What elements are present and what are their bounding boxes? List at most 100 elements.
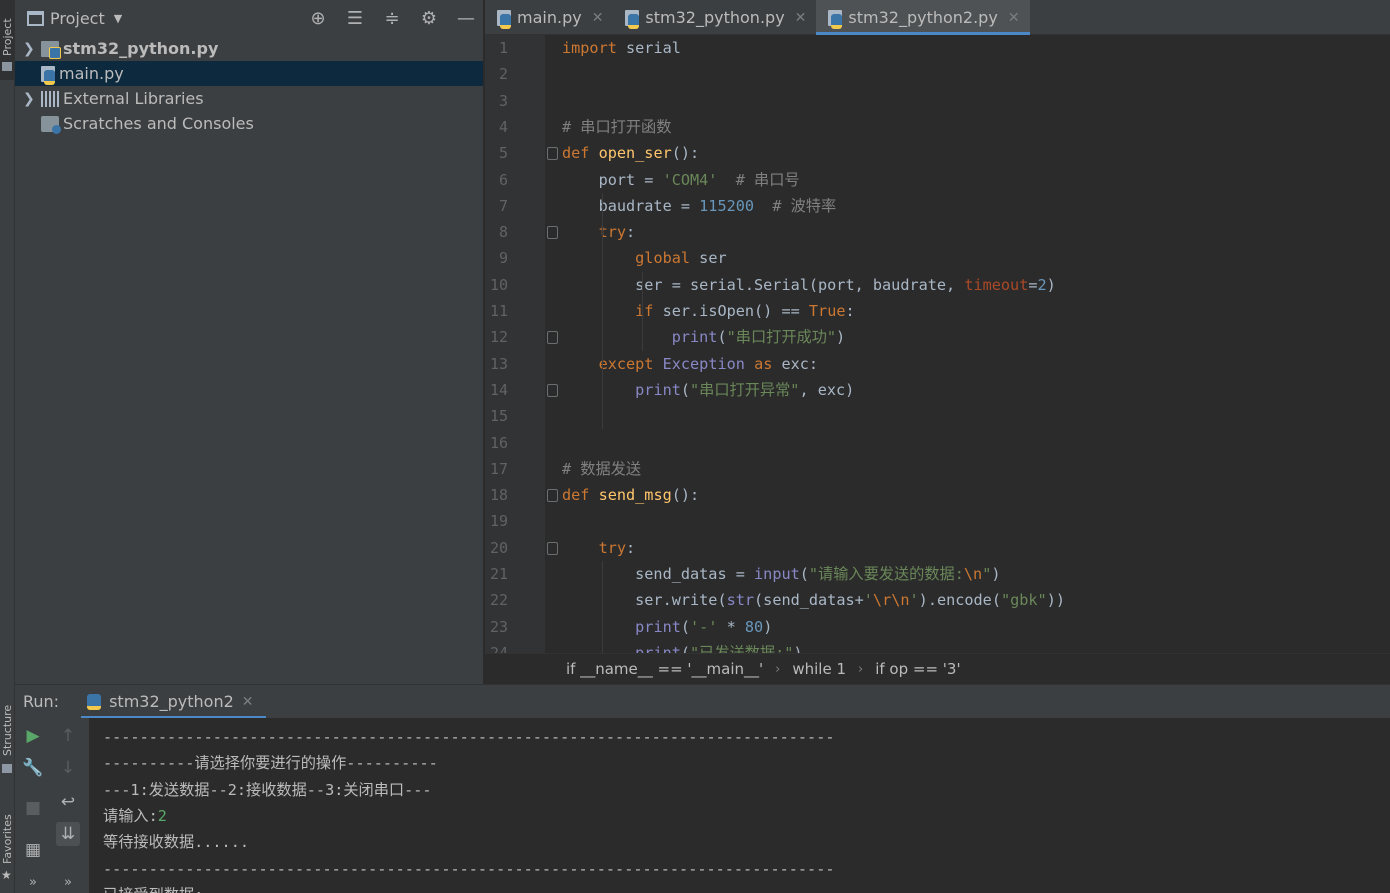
code-line[interactable]: 16 [485, 430, 1390, 456]
stop-icon[interactable]: ■ [21, 796, 45, 820]
fold-marker-icon[interactable] [547, 383, 558, 397]
more-icon[interactable]: » [56, 871, 80, 893]
code-line[interactable]: 13 except Exception as exc: [485, 351, 1390, 377]
locate-icon[interactable]: ⊕ [307, 8, 329, 29]
fold-marker-icon[interactable] [547, 147, 558, 161]
breadcrumb-item[interactable]: if op == '3' [875, 660, 960, 678]
code-text: ser = serial.Serial(port, baudrate, time… [562, 275, 1056, 294]
line-number: 5 [498, 144, 508, 163]
code-text: global ser [635, 249, 727, 268]
console-line: 请输入:2 [103, 806, 167, 825]
tree-item-stm32-python[interactable]: ❯ stm32_python.py [15, 36, 483, 61]
run-console[interactable]: ----------------------------------------… [89, 718, 1390, 893]
breadcrumb-item[interactable]: while 1 [792, 660, 846, 678]
rerun-icon[interactable]: ▶ [21, 724, 45, 748]
run-tab-stm32-python2[interactable]: stm32_python2 ✕ [81, 685, 266, 719]
code-line[interactable]: 9 global ser [485, 245, 1390, 271]
code-line[interactable]: 3 [485, 88, 1390, 114]
close-icon[interactable]: ✕ [795, 10, 807, 26]
code-line[interactable]: 22 ser.write(str(send_datas+'\r\n').enco… [485, 587, 1390, 613]
code-text: print("已发送数据:") [635, 643, 803, 653]
code-line[interactable]: 12 print("串口打开成功") [485, 324, 1390, 350]
code-text: send_datas = input("请输入要发送的数据:\n") [562, 565, 1001, 583]
chevron-down-icon[interactable]: ▼ [114, 12, 122, 25]
chevron-right-icon[interactable]: ❯ [23, 91, 41, 107]
line-number: 7 [498, 196, 508, 215]
code-line[interactable]: 19 [485, 508, 1390, 534]
indent-guide [642, 271, 643, 351]
line-number: 9 [498, 249, 508, 268]
code-editor[interactable]: 1 import serial 2 3 4 # 串口打开函数 5 def open_ser()… [485, 35, 1390, 653]
breadcrumb-item[interactable]: if __name__ == '__main__' [566, 660, 763, 678]
console-line: 已接受到数据: [103, 882, 203, 893]
close-icon[interactable]: ✕ [242, 694, 254, 710]
editor-tab-stm32-python2[interactable]: stm32_python2.py ✕ [816, 0, 1030, 35]
hide-panel-icon[interactable]: — [455, 8, 477, 29]
code-line[interactable]: 14 print("串口打开异常", exc) [485, 377, 1390, 403]
more-icon[interactable]: » [21, 871, 45, 893]
code-line[interactable]: 18 def send_msg(): [485, 482, 1390, 508]
fold-marker-icon[interactable] [547, 331, 558, 345]
project-panel-title[interactable]: Project [50, 9, 105, 28]
code-line[interactable]: 4 # 串口打开函数 [485, 114, 1390, 140]
code-line[interactable]: 17 # 数据发送 [485, 456, 1390, 482]
run-label: Run: [23, 692, 60, 711]
wrench-icon[interactable]: 🔧 [21, 756, 45, 780]
code-line[interactable]: 1 import serial [485, 35, 1390, 61]
tool-tab-structure-label: Structure [1, 704, 14, 756]
tree-item-external-libraries[interactable]: ❯ External Libraries [15, 86, 483, 111]
arrow-down-icon[interactable]: ↓ [56, 756, 80, 780]
expand-all-icon[interactable]: ☰ [344, 8, 366, 29]
tool-tab-favorites[interactable]: Favorites ★ [0, 800, 15, 890]
gear-icon[interactable]: ⚙ [418, 8, 440, 29]
run-toolbar: ▶ ↑ 🔧 ↓ ■ ↩ ▦ ⇊ » » [15, 718, 89, 893]
code-text: print("串口打开成功") [671, 328, 846, 347]
line-number: 21 [489, 565, 508, 583]
collapse-all-icon[interactable]: ≑ [381, 8, 403, 29]
line-number: 19 [489, 512, 508, 531]
close-icon[interactable]: ✕ [592, 10, 604, 26]
line-number: 3 [498, 91, 508, 110]
scroll-to-end-icon[interactable]: ⇊ [56, 822, 80, 846]
line-number: 20 [489, 538, 508, 557]
project-tool-icon [2, 62, 12, 71]
code-line[interactable]: 23 print('-' * 80) [485, 614, 1390, 640]
editor-tab-main-py[interactable]: main.py ✕ [485, 0, 613, 35]
tool-tab-structure[interactable]: Structure [0, 696, 15, 776]
layout-icon[interactable]: ▦ [21, 838, 45, 862]
code-line[interactable]: 5 def open_ser(): [485, 140, 1390, 166]
line-number: 13 [489, 354, 508, 373]
editor-tab-stm32-python[interactable]: stm32_python.py ✕ [613, 0, 816, 35]
code-line[interactable]: 15 [485, 403, 1390, 429]
code-text: port = 'COM4' # 串口号 [562, 170, 800, 189]
code-line[interactable]: 24 print("已发送数据:") [485, 640, 1390, 653]
code-line[interactable]: 20 try: [485, 535, 1390, 561]
code-line[interactable]: 21 send_datas = input("请输入要发送的数据:\n") [485, 561, 1390, 587]
code-line[interactable]: 7 baudrate = 115200 # 波特率 [485, 193, 1390, 219]
fold-marker-icon[interactable] [547, 541, 558, 555]
soft-wrap-icon[interactable]: ↩ [56, 790, 80, 814]
code-text: import serial [562, 39, 681, 57]
arrow-up-icon[interactable]: ↑ [56, 724, 80, 748]
left-tool-strip: Project Structure Favorites ★ [0, 0, 15, 893]
tool-tab-project[interactable]: Project [0, 0, 15, 80]
code-line[interactable]: 6 port = 'COM4' # 串口号 [485, 167, 1390, 193]
python-file-icon [625, 9, 640, 29]
structure-tool-icon [2, 764, 12, 773]
fold-marker-icon[interactable] [547, 489, 558, 503]
code-line[interactable]: 10 ser = serial.Serial(port, baudrate, t… [485, 272, 1390, 298]
code-line[interactable]: 2 [485, 61, 1390, 87]
tree-item-scratches[interactable]: Scratches and Consoles [15, 111, 483, 136]
tree-item-main-py[interactable]: main.py [15, 61, 483, 86]
chevron-right-icon[interactable]: ❯ [23, 41, 41, 57]
console-line: ---1:发送数据--2:接收数据--3:关闭串口--- [103, 780, 432, 799]
fold-marker-icon[interactable] [547, 226, 558, 240]
run-panel-header: Run: stm32_python2 ✕ [15, 684, 1390, 719]
close-icon[interactable]: ✕ [1008, 10, 1020, 26]
code-line[interactable]: 11 if ser.isOpen() == True: [485, 298, 1390, 324]
chevron-right-icon: › [858, 661, 864, 677]
code-line[interactable]: 8 try: [485, 219, 1390, 245]
editor-tab-label: stm32_python.py [645, 8, 785, 27]
line-number: 23 [489, 617, 508, 636]
tool-tab-favorites-label: Favorites [1, 814, 14, 864]
